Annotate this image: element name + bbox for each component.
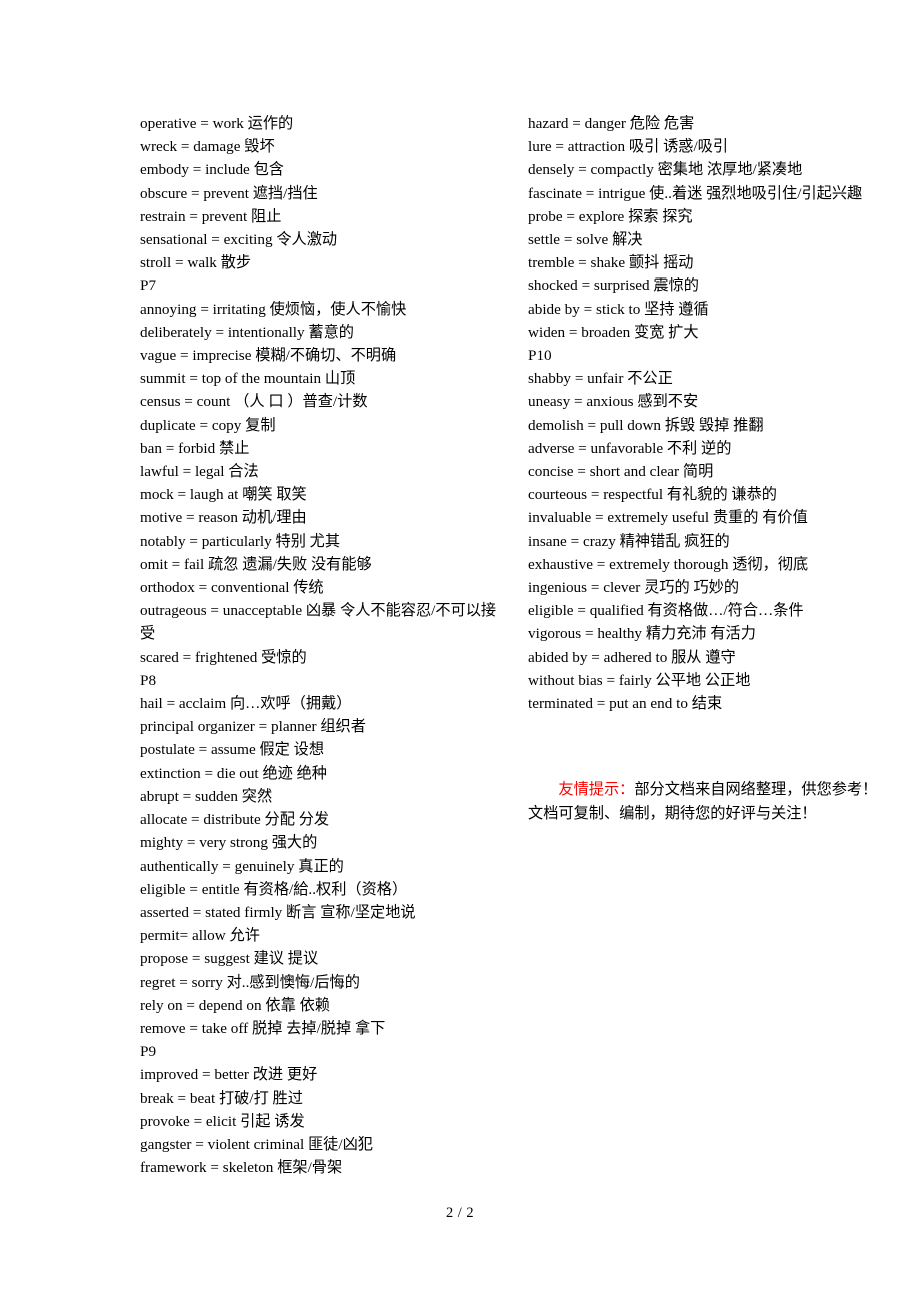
vocabulary-entry: operative = work 运作的 bbox=[140, 115, 294, 132]
vocabulary-entry: demolish = pull down 拆毁 毁掉 推翻 bbox=[528, 416, 764, 434]
vocabulary-entry: lure = attraction 吸引 诱惑/吸引 bbox=[528, 138, 729, 156]
vocabulary-entry: restrain = prevent 阻止 bbox=[140, 207, 282, 225]
vocabulary-entry: orthodox = conventional 传统 bbox=[140, 579, 324, 597]
page-marker: P9 bbox=[140, 1043, 157, 1061]
vocabulary-entry: invaluable = extremely useful 贵重的 有价值 bbox=[528, 509, 808, 527]
vocabulary-entry: summit = top of the mountain 山顶 bbox=[140, 370, 356, 388]
vocabulary-entry: tremble = shake 颤抖 摇动 bbox=[528, 254, 694, 272]
vocabulary-entry: mock = laugh at 嘲笑 取笑 bbox=[140, 486, 307, 504]
vocabulary-entry: embody = include 包含 bbox=[140, 161, 284, 179]
vocabulary-column-right: hazard = danger 危险 危害 lure = attraction 吸… bbox=[528, 112, 896, 715]
vocabulary-entry: sensational = exciting 令人激动 bbox=[140, 231, 338, 249]
vocabulary-entry: permit= allow 允许 bbox=[140, 927, 260, 945]
vocabulary-entry: without bias = fairly 公平地 公正地 bbox=[528, 671, 751, 689]
vocabulary-entry: adverse = unfavorable 不利 逆的 bbox=[528, 439, 732, 457]
vocabulary-entry: probe = explore 探索 探究 bbox=[528, 207, 693, 225]
vocabulary-entry: motive = reason 动机/理由 bbox=[140, 509, 307, 527]
vocabulary-entry: widen = broaden 变宽 扩大 bbox=[528, 323, 699, 341]
vocabulary-entry: extinction = die out 绝迹 绝种 bbox=[140, 764, 327, 782]
vocabulary-entry: abided by = adhered to 服从 遵守 bbox=[528, 648, 736, 666]
vocabulary-entry: remove = take off 脱掉 去掉/脱掉 拿下 bbox=[140, 1019, 386, 1037]
vocabulary-entry: eligible = qualified 有资格做…/符合…条件 bbox=[528, 602, 804, 620]
vocabulary-entry: annoying = irritating 使烦恼，使人不愉快 bbox=[140, 300, 407, 318]
vocabulary-entry: census = count （人 口 ）普查/计数 bbox=[140, 393, 368, 411]
vocabulary-entry: hail = acclaim 向…欢呼（拥戴） bbox=[140, 695, 352, 713]
vocabulary-entry: gangster = violent criminal 匪徒/凶犯 bbox=[140, 1135, 373, 1153]
vocabulary-entry: insane = crazy 精神错乱 疯狂的 bbox=[528, 532, 730, 550]
vocabulary-entry: eligible = entitle 有资格/給..权利（资格） bbox=[140, 880, 408, 898]
vocabulary-entry: provoke = elicit 引起 诱发 bbox=[140, 1112, 305, 1130]
vocabulary-entry: notably = particularly 特别 尤其 bbox=[140, 532, 341, 550]
vocabulary-entry: deliberately = intentionally 蓄意的 bbox=[140, 323, 354, 341]
vocabulary-entry: wreck = damage 毁坏 bbox=[140, 138, 275, 156]
vocabulary-entry: terminated = put an end to 结束 bbox=[528, 695, 723, 713]
vocabulary-entry: vague = imprecise 模糊/不确切、不明确 bbox=[140, 347, 397, 365]
page-marker: P8 bbox=[140, 671, 157, 689]
footer-notice: 友情提示：部分文档来自网络整理，供您参考！文档可复制、编制，期待您的好评与关注！ bbox=[528, 778, 890, 825]
vocabulary-entry: lawful = legal 合法 bbox=[140, 463, 259, 481]
vocabulary-entry: authentically = genuinely 真正的 bbox=[140, 857, 344, 875]
vocabulary-entry: abrupt = sudden 突然 bbox=[140, 787, 273, 805]
vocabulary-entry: exhaustive = extremely thorough 透彻，彻底 bbox=[528, 555, 809, 573]
vocabulary-entry: asserted = stated firmly 断言 宣称/坚定地说 bbox=[140, 903, 416, 921]
vocabulary-entry: ingenious = clever 灵巧的 巧妙的 bbox=[528, 579, 740, 597]
vocabulary-entry: fascinate = intrigue 使..着迷 强烈地吸引住/引起兴趣 bbox=[528, 184, 863, 202]
vocabulary-entry: obscure = prevent 遮挡/挡住 bbox=[140, 184, 318, 202]
page-number: 2 / 2 bbox=[445, 1205, 475, 1221]
vocabulary-entry: framework = skeleton 框架/骨架 bbox=[140, 1159, 343, 1177]
notice-highlight: 友情提示： bbox=[558, 781, 635, 798]
vocabulary-entry: ban = forbid 禁止 bbox=[140, 439, 250, 457]
vocabulary-entry: abide by = stick to 坚持 遵循 bbox=[528, 300, 709, 318]
vocabulary-entry: scared = frightened 受惊的 bbox=[140, 648, 307, 666]
vocabulary-entry: omit = fail 疏忽 遗漏/失败 没有能够 bbox=[140, 555, 372, 573]
vocabulary-entry: settle = solve 解决 bbox=[528, 231, 643, 249]
vocabulary-entry: principal organizer = planner 组织者 bbox=[140, 718, 366, 736]
vocabulary-entry: allocate = distribute 分配 分发 bbox=[140, 811, 330, 829]
vocabulary-entry: stroll = walk 散步 bbox=[140, 254, 252, 272]
vocabulary-entry: improved = better 改进 更好 bbox=[140, 1066, 318, 1084]
vocabulary-entry: rely on = depend on 依靠 依赖 bbox=[140, 996, 330, 1014]
vocabulary-entry: outrageous = unacceptable 凶暴 令人不能容忍/不可以接… bbox=[140, 602, 497, 643]
vocabulary-entry: shocked = surprised 震惊的 bbox=[528, 277, 699, 295]
vocabulary-column-left: operative = work 运作的 wreck = damage 毁坏 emb… bbox=[140, 112, 508, 1179]
page-marker: P10 bbox=[528, 347, 552, 365]
vocabulary-entry: propose = suggest 建议 提议 bbox=[140, 950, 319, 968]
document-page: operative = work 运作的 wreck = damage 毁坏 emb… bbox=[0, 0, 920, 1302]
vocabulary-entry: regret = sorry 对..感到懊悔/后悔的 bbox=[140, 973, 360, 991]
vocabulary-entry: duplicate = copy 复制 bbox=[140, 416, 276, 434]
vocabulary-entry: vigorous = healthy 精力充沛 有活力 bbox=[528, 625, 756, 643]
vocabulary-entry: densely = compactly 密集地 浓厚地/紧凑地 bbox=[528, 161, 803, 179]
page-marker: P7 bbox=[140, 277, 157, 295]
vocabulary-entry: concise = short and clear 简明 bbox=[528, 463, 714, 481]
vocabulary-entry: courteous = respectful 有礼貌的 谦恭的 bbox=[528, 486, 777, 504]
vocabulary-entry: hazard = danger 危险 危害 bbox=[528, 115, 695, 132]
vocabulary-entry: mighty = very strong 强大的 bbox=[140, 834, 318, 852]
vocabulary-entry: postulate = assume 假定 设想 bbox=[140, 741, 325, 759]
vocabulary-entry: shabby = unfair 不公正 bbox=[528, 370, 673, 388]
vocabulary-entry: uneasy = anxious 感到不安 bbox=[528, 393, 699, 411]
vocabulary-entry: break = beat 打破/打 胜过 bbox=[140, 1089, 303, 1107]
